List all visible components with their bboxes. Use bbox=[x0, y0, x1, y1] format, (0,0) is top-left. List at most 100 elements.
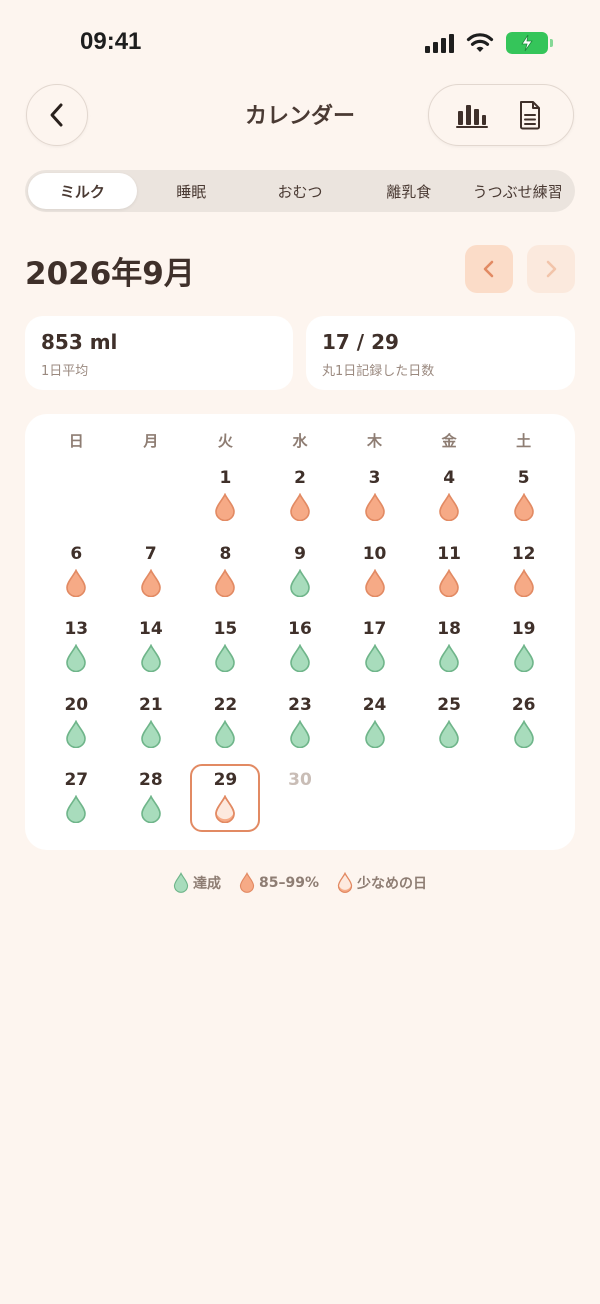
weekday-label: 水 bbox=[292, 432, 308, 450]
bar-chart-icon bbox=[456, 105, 488, 128]
calendar-day[interactable]: 5 bbox=[486, 466, 561, 536]
weekday-label: 火 bbox=[217, 432, 233, 450]
calendar-day[interactable]: 9 bbox=[263, 542, 338, 612]
calendar-day[interactable]: 18 bbox=[412, 617, 487, 687]
battery-charging-icon bbox=[506, 32, 553, 54]
tab-baby-food[interactable]: 離乳食 bbox=[354, 173, 463, 209]
recorded-days-label: 丸1日記録した日数 bbox=[322, 364, 435, 379]
status-time: 09:41 bbox=[80, 28, 142, 55]
calendar-day[interactable]: 26 bbox=[486, 693, 561, 763]
day-number: 5 bbox=[517, 468, 530, 488]
calendar-day[interactable]: 4 bbox=[412, 466, 487, 536]
milk-drop-achieved-icon bbox=[141, 644, 161, 672]
day-number: 27 bbox=[64, 770, 89, 790]
calendar-day[interactable]: 12 bbox=[486, 542, 561, 612]
calendar-day[interactable]: 10 bbox=[337, 542, 412, 612]
milk-drop-partial-icon bbox=[215, 568, 236, 597]
milk-drop-achieved-icon bbox=[439, 644, 459, 672]
milk-drop-achieved-icon bbox=[66, 644, 87, 672]
day-number: 14 bbox=[139, 619, 163, 639]
category-tabs: ミルク 睡眠 おむつ 離乳食 うつぶせ練習 bbox=[25, 170, 575, 212]
day-number: 10 bbox=[362, 543, 387, 564]
day-number: 16 bbox=[288, 619, 312, 639]
stats-button[interactable] bbox=[450, 93, 494, 137]
legend: 達成 85–99% 少なめの日 bbox=[0, 872, 600, 893]
milk-drop-achieved-icon bbox=[141, 795, 161, 823]
milk-drop-achieved-icon bbox=[290, 644, 310, 672]
status-bar: 09:41 bbox=[0, 0, 600, 88]
milk-drop-partial-icon bbox=[364, 568, 385, 597]
weekday-label: 土 bbox=[516, 432, 532, 450]
next-month-button[interactable] bbox=[527, 245, 575, 293]
day-number: 13 bbox=[64, 619, 89, 639]
milk-drop-achieved-icon bbox=[513, 644, 534, 672]
calendar-day[interactable]: 19 bbox=[486, 617, 561, 687]
calendar-day[interactable]: 1 bbox=[188, 466, 263, 536]
day-number: 3 bbox=[368, 468, 381, 488]
day-number: 29 bbox=[213, 770, 238, 790]
calendar-grid: 日月火水木金土 1 2 3 4 5 6 7 8 9 10 11 12 13 14 15 16 17 18 19 20 2… bbox=[25, 414, 575, 850]
calendar-day[interactable]: 15 bbox=[188, 617, 263, 687]
day-number: 12 bbox=[511, 543, 536, 564]
calendar-day[interactable]: 14 bbox=[114, 617, 189, 687]
milk-drop-partial-icon bbox=[364, 493, 385, 521]
legend-item-low: 少なめの日 bbox=[337, 872, 427, 893]
calendar-day[interactable]: 16 bbox=[263, 617, 338, 687]
milk-drop-achieved-icon bbox=[439, 719, 459, 748]
calendar-day[interactable]: 21 bbox=[114, 693, 189, 763]
day-number: 18 bbox=[437, 619, 461, 639]
chevron-left-icon bbox=[483, 260, 494, 278]
calendar-day[interactable]: 2 bbox=[263, 466, 338, 536]
report-button[interactable] bbox=[508, 93, 552, 137]
calendar-day[interactable]: 25 bbox=[412, 693, 487, 763]
milk-drop-partial-icon bbox=[513, 568, 534, 597]
calendar-day[interactable]: 11 bbox=[412, 542, 487, 612]
calendar-day[interactable]: 29 bbox=[188, 768, 263, 838]
milk-drop-achieved-icon bbox=[215, 719, 236, 748]
day-number: 7 bbox=[144, 543, 157, 564]
day-number: 28 bbox=[139, 770, 163, 790]
milk-drop-achieved-icon bbox=[66, 719, 87, 748]
calendar-day[interactable]: 22 bbox=[188, 693, 263, 763]
tab-tummy-time[interactable]: うつぶせ練習 bbox=[463, 173, 572, 209]
average-intake-label: 1日平均 bbox=[41, 364, 89, 379]
calendar-day[interactable]: 3 bbox=[337, 466, 412, 536]
milk-drop-low-icon bbox=[215, 795, 236, 823]
calendar-day[interactable]: 7 bbox=[114, 542, 189, 612]
calendar-day[interactable]: 28 bbox=[114, 768, 189, 838]
previous-month-button[interactable] bbox=[465, 245, 513, 293]
milk-drop-achieved-icon bbox=[290, 719, 310, 748]
day-number: 17 bbox=[362, 619, 387, 639]
nav-actions bbox=[428, 84, 574, 146]
status-icons bbox=[425, 32, 553, 54]
milk-drop-achieved-icon bbox=[513, 719, 534, 748]
month-navigation bbox=[465, 245, 575, 293]
day-number: 4 bbox=[443, 468, 456, 488]
document-icon bbox=[520, 101, 540, 130]
calendar-day[interactable]: 23 bbox=[263, 693, 338, 763]
calendar-day[interactable]: 6 bbox=[39, 542, 114, 612]
day-number: 1 bbox=[219, 468, 232, 488]
legend-label: 達成 bbox=[193, 875, 221, 892]
day-number: 21 bbox=[139, 694, 163, 715]
calendar-day[interactable]: 27 bbox=[39, 768, 114, 838]
milk-drop-partial-icon bbox=[513, 493, 534, 521]
tab-diaper[interactable]: おむつ bbox=[246, 173, 355, 209]
calendar-day: 30 bbox=[263, 768, 338, 838]
milk-drop-partial-icon bbox=[141, 568, 161, 597]
recorded-days-value: 17 / 29 bbox=[322, 330, 399, 354]
legend-label: 85–99% bbox=[259, 874, 319, 891]
tab-milk[interactable]: ミルク bbox=[28, 173, 137, 209]
calendar-day[interactable]: 17 bbox=[337, 617, 412, 687]
calendar-day[interactable]: 8 bbox=[188, 542, 263, 612]
milk-drop-achieved-icon bbox=[66, 795, 87, 823]
calendar-day[interactable]: 20 bbox=[39, 693, 114, 763]
calendar-day[interactable]: 24 bbox=[337, 693, 412, 763]
average-intake-card: 853 ml 1日平均 bbox=[25, 316, 293, 390]
tab-sleep[interactable]: 睡眠 bbox=[137, 173, 246, 209]
calendar-day[interactable]: 13 bbox=[39, 617, 114, 687]
weekday-label: 月 bbox=[143, 432, 159, 450]
weekday-label: 金 bbox=[441, 432, 457, 450]
milk-drop-achieved-icon bbox=[141, 719, 161, 748]
average-intake-value: 853 ml bbox=[41, 330, 118, 354]
